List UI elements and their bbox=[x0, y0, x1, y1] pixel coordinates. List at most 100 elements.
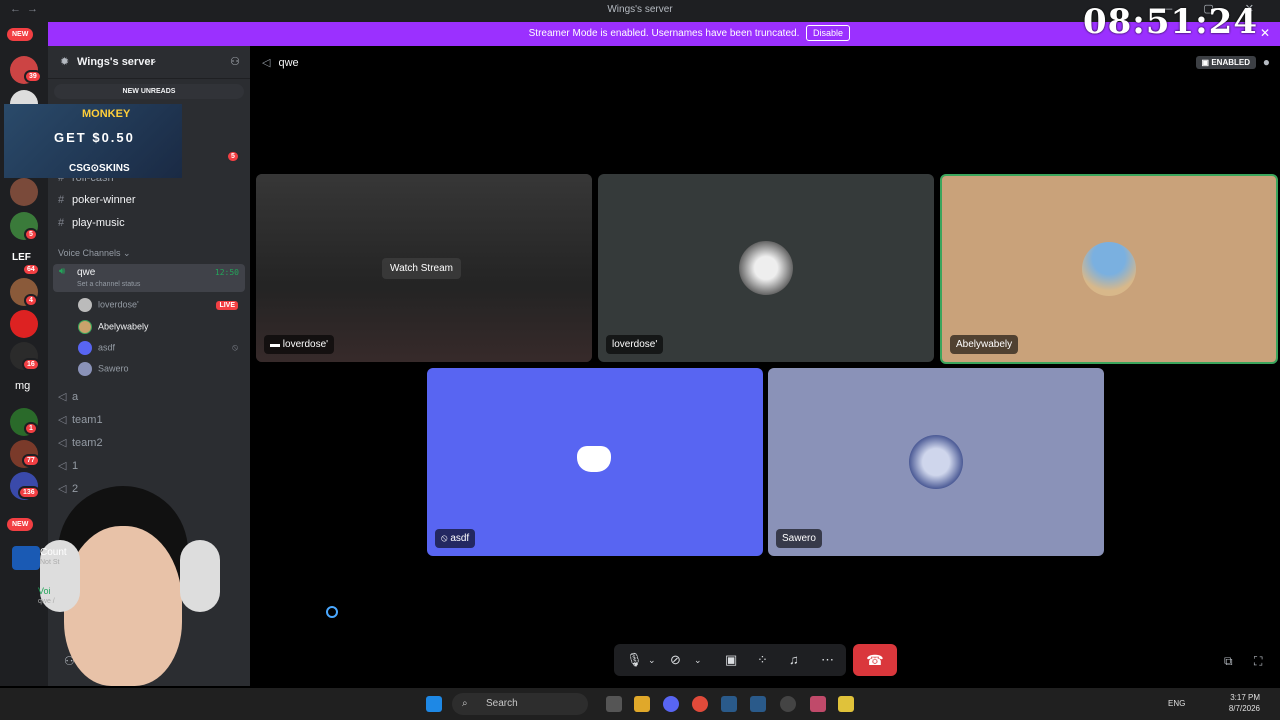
speaker-icon: ◁ bbox=[262, 57, 271, 69]
server-mg[interactable]: mg bbox=[15, 380, 30, 392]
system-clock[interactable]: 3:17 PM 8/7/2026 bbox=[1229, 692, 1260, 714]
channel-status[interactable]: Set a channel status bbox=[77, 281, 140, 288]
now-playing-sub: Not St bbox=[40, 559, 60, 566]
promo-brand: CSG⊙SKINS bbox=[69, 163, 130, 174]
discord-icon[interactable] bbox=[663, 696, 679, 712]
file-explorer-icon[interactable] bbox=[634, 696, 650, 712]
camera-off-icon[interactable]: ⊘ bbox=[670, 652, 681, 668]
lock-icon: ▣ bbox=[1201, 58, 1212, 67]
soundboard-icon[interactable]: ♫ bbox=[789, 652, 799, 667]
add-member-icon[interactable]: ⚇ bbox=[230, 55, 240, 68]
call-area: ◁ qwe ▣ ENABLED ● Watch Stream ▬ loverdos… bbox=[250, 46, 1280, 686]
server-badge-icon: ✹ bbox=[60, 56, 70, 68]
speaker-icon: ◁ bbox=[58, 414, 67, 426]
avatar bbox=[909, 435, 963, 489]
stream-tile[interactable]: Watch Stream ▬ loverdose' bbox=[256, 174, 592, 362]
voice-connected-sub: qwe / bbox=[38, 598, 55, 605]
language-indicator[interactable]: ENG bbox=[1168, 699, 1185, 708]
tile-label: loverdose' bbox=[606, 335, 664, 354]
voice-channel-qwe[interactable]: 🔊︎ qwe 12:50 Set a channel status bbox=[53, 264, 245, 292]
muted-icon: ⦸ bbox=[232, 342, 238, 352]
voice-channel-team1[interactable]: ◁ team1 bbox=[58, 413, 103, 426]
enabled-badge: ▣ ENABLED bbox=[1195, 56, 1256, 69]
microphone-icon[interactable]: 🎙︎ bbox=[626, 652, 643, 668]
discord-logo-icon bbox=[577, 446, 611, 472]
now-playing-game: Count bbox=[40, 547, 67, 558]
mention-badge: 5 bbox=[24, 228, 38, 241]
obs-icon[interactable] bbox=[780, 696, 796, 712]
server-header[interactable]: ✹ Wings's server ⌄ ⚇ bbox=[48, 46, 250, 79]
steam-icon[interactable] bbox=[721, 696, 737, 712]
voice-channel-1[interactable]: ◁ 1 bbox=[58, 459, 78, 472]
channel-title: qwe bbox=[278, 57, 299, 69]
new-unreads-bar[interactable]: NEW UNREADS bbox=[54, 84, 244, 99]
voice-channel-a[interactable]: ◁ a bbox=[58, 390, 78, 403]
server-lef[interactable]: LEF bbox=[12, 252, 31, 263]
channel-header: ◁ qwe bbox=[262, 56, 299, 69]
screen-icon: ▬ bbox=[270, 339, 283, 350]
mention-badge: 1 bbox=[24, 422, 38, 435]
avatar bbox=[78, 298, 92, 312]
chat-icon[interactable]: ● bbox=[1263, 55, 1270, 69]
hash-icon: # bbox=[58, 217, 65, 229]
voice-user[interactable]: loverdose' bbox=[78, 298, 139, 312]
chevron-down-icon[interactable]: ⌄ bbox=[694, 655, 702, 666]
game-icon bbox=[12, 546, 40, 570]
chevron-down-icon: ⌄ bbox=[150, 55, 158, 65]
watch-stream-button[interactable]: Watch Stream bbox=[382, 258, 461, 279]
disable-button[interactable]: Disable bbox=[806, 25, 851, 41]
server-name: Wings's server bbox=[77, 56, 155, 68]
tile-label: Abelywabely bbox=[950, 335, 1019, 354]
voice-channel-name: qwe bbox=[77, 267, 96, 278]
participant-tile[interactable]: Sawero bbox=[768, 368, 1104, 556]
tile-label: ⦸ asdf bbox=[435, 529, 476, 548]
new-pill[interactable]: NEW bbox=[7, 28, 34, 41]
unread-badge: 5 bbox=[226, 150, 240, 163]
activities-icon[interactable]: ⁘ bbox=[757, 652, 768, 668]
channel-poker-winner[interactable]: # poker-winner bbox=[58, 194, 136, 206]
participant-tile[interactable]: ⦸ asdf bbox=[427, 368, 763, 556]
loading-cursor-icon bbox=[326, 606, 338, 618]
speaker-icon: ◁ bbox=[58, 437, 67, 449]
screen-share-icon[interactable]: ▣ bbox=[725, 652, 737, 668]
windows-taskbar: ⌕ Search ENG 3:17 PM 8/7/2026 bbox=[0, 688, 1280, 720]
search-icon: ⌕ bbox=[462, 698, 468, 709]
participant-tile-speaking[interactable]: Abelywabely bbox=[940, 174, 1278, 364]
avatar bbox=[739, 241, 793, 295]
avatar bbox=[78, 341, 92, 355]
tile-label: Sawero bbox=[776, 529, 822, 548]
popout-icon[interactable]: ⧉ bbox=[1224, 654, 1233, 669]
channel-play-music[interactable]: # play-music bbox=[58, 217, 125, 229]
steam-icon[interactable] bbox=[750, 696, 766, 712]
voice-user[interactable]: Abelywabely bbox=[78, 320, 149, 334]
chrome-icon[interactable] bbox=[692, 696, 708, 712]
voice-connected-label: Voi bbox=[38, 586, 51, 596]
app-icon[interactable] bbox=[838, 696, 854, 712]
server-icon[interactable] bbox=[10, 178, 38, 206]
fullscreen-icon[interactable]: ⛶ bbox=[1254, 654, 1262, 669]
voice-user[interactable]: asdf bbox=[78, 341, 115, 355]
clock-date: 8/7/2026 bbox=[1228, 704, 1260, 713]
promo-text: GET $0.50 bbox=[54, 130, 135, 145]
chevron-down-icon[interactable]: ⌄ bbox=[648, 655, 656, 666]
promo-overlay: MONKEY GET $0.50 CSG⊙SKINS bbox=[4, 104, 182, 178]
speaker-icon: ◁ bbox=[58, 391, 67, 403]
mention-badge: 16 bbox=[22, 358, 40, 371]
hang-up-button[interactable]: ☎ bbox=[853, 644, 897, 676]
voice-timer: 12:50 bbox=[214, 268, 239, 277]
windows-start-icon[interactable] bbox=[426, 696, 442, 712]
taskbar-search[interactable]: ⌕ Search bbox=[452, 693, 588, 715]
hash-icon: # bbox=[58, 194, 65, 206]
mention-badge: 64 bbox=[22, 263, 40, 276]
mention-badge: 39 bbox=[24, 70, 42, 83]
voice-channel-team2[interactable]: ◁ team2 bbox=[58, 436, 103, 449]
more-icon[interactable]: ⋯ bbox=[821, 652, 834, 668]
voice-user[interactable]: Sawero bbox=[78, 362, 129, 376]
voice-category[interactable]: Voice Channels ⌄ bbox=[58, 248, 131, 259]
promo-monkey: MONKEY bbox=[82, 108, 131, 120]
server-icon[interactable] bbox=[10, 310, 38, 338]
participant-tile[interactable]: loverdose' bbox=[598, 174, 934, 362]
close-icon[interactable]: ✕ bbox=[1260, 26, 1270, 40]
app-icon[interactable] bbox=[810, 696, 826, 712]
task-view-icon[interactable] bbox=[606, 696, 622, 712]
